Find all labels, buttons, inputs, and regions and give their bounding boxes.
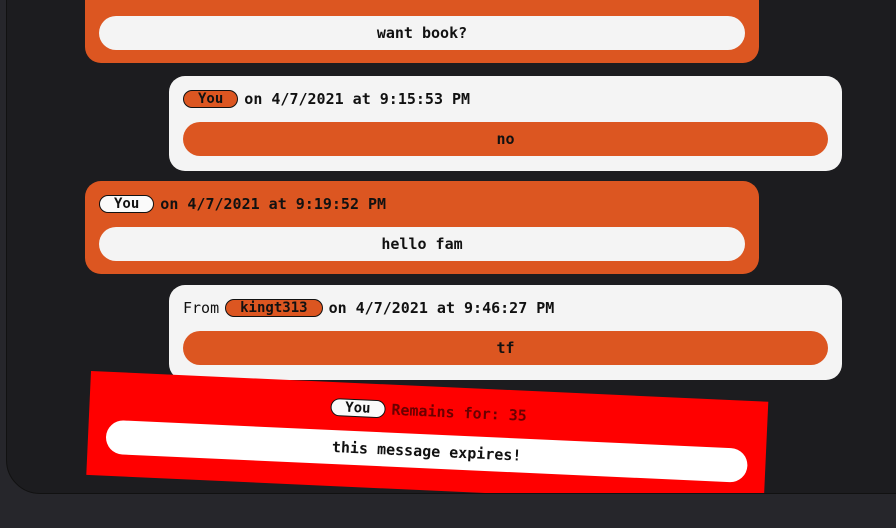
chat-panel: want book? You on 4/7/2021 at 9:15:53 PM…: [6, 0, 896, 494]
message-timestamp: on 4/7/2021 at 9:46:27 PM: [328, 299, 555, 317]
sender-badge[interactable]: kingt313: [225, 299, 323, 317]
message-body: no: [183, 122, 828, 156]
message-body: tf: [183, 331, 828, 365]
message-timestamp: on 4/7/2021 at 9:19:52 PM: [160, 195, 387, 213]
message-timestamp: on 4/7/2021 at 9:15:53 PM: [244, 90, 471, 108]
sender-badge[interactable]: You: [329, 397, 386, 419]
message-body: hello fam: [99, 227, 745, 261]
expiring-message-card: You Remains for: 35 this message expires…: [86, 371, 769, 493]
message-body: want book?: [99, 16, 745, 50]
from-label: From: [183, 299, 220, 317]
message-card: You on 4/7/2021 at 9:19:52 PM hello fam: [85, 181, 759, 274]
message-meta: You on 4/7/2021 at 9:15:53 PM: [183, 90, 470, 108]
message-card: want book?: [85, 0, 759, 63]
expiry-countdown: Remains for: 35: [391, 400, 528, 425]
message-meta: From kingt313 on 4/7/2021 at 9:46:27 PM: [183, 299, 554, 317]
sender-badge[interactable]: You: [99, 195, 155, 213]
message-meta: You on 4/7/2021 at 9:19:52 PM: [99, 195, 386, 213]
message-card: From kingt313 on 4/7/2021 at 9:46:27 PM …: [169, 285, 842, 380]
sender-badge[interactable]: You: [183, 90, 239, 108]
message-card: You on 4/7/2021 at 9:15:53 PM no: [169, 76, 842, 171]
